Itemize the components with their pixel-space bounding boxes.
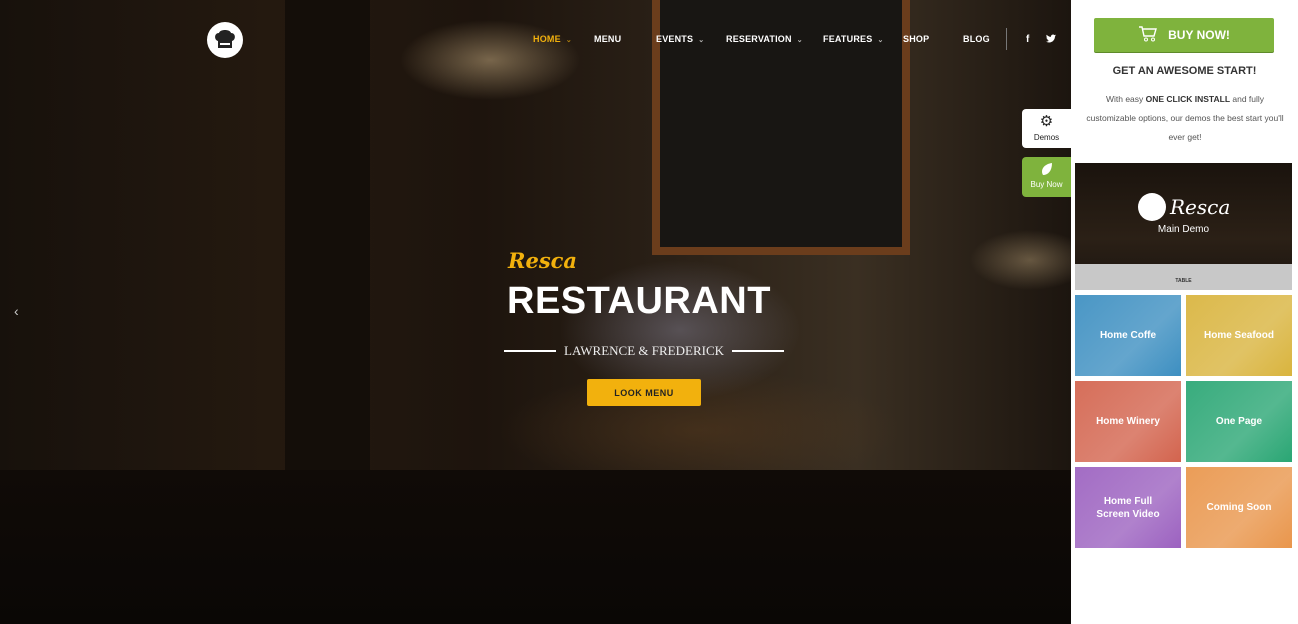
- hero-subtitle: LAWRENCE & FREDERICK: [504, 343, 785, 359]
- chevron-down-icon: ⌄: [796, 37, 803, 44]
- leaf-icon: [1022, 162, 1071, 178]
- nav-blog[interactable]: BLOG: [963, 34, 990, 44]
- gear-icon: ⚙: [1039, 113, 1054, 130]
- nav-features[interactable]: FEATURES ⌄: [823, 34, 884, 44]
- demo-full-screen-video[interactable]: Home Full Screen Video: [1075, 467, 1181, 548]
- demo-home-winery[interactable]: Home Winery: [1075, 381, 1181, 462]
- nav-home[interactable]: HOME ⌄: [533, 34, 572, 44]
- hero-section: HOME ⌄ MENU EVENTS ⌄ RESERVATION ⌄ FEATURES…: [0, 0, 1071, 624]
- brand-text: Resca: [1170, 195, 1231, 219]
- chevron-down-icon: ⌄: [565, 37, 572, 44]
- demo-panel: BUY NOW! GET AN AWESOME START! With easy…: [1071, 0, 1298, 624]
- nav-menu[interactable]: MENU: [594, 34, 621, 44]
- demos-tab-label: Demos: [1033, 133, 1060, 142]
- divider-line: [504, 350, 556, 352]
- nav-label: FEATURES: [823, 34, 873, 44]
- demo-strip: TABLE: [1075, 264, 1292, 290]
- look-menu-button[interactable]: LOOK MENU: [587, 379, 701, 406]
- desc-text: With easy: [1105, 94, 1146, 104]
- nav-label: HOME: [533, 34, 561, 44]
- facebook-icon[interactable]: f: [1026, 34, 1029, 45]
- demo-home-seafood[interactable]: Home Seafood: [1186, 295, 1292, 376]
- demo-label: Main Demo: [1157, 224, 1210, 235]
- buy-now-label: BUY NOW!: [1168, 28, 1230, 42]
- main-nav: HOME ⌄ MENU EVENTS ⌄ RESERVATION ⌄ FEATURES…: [0, 34, 1071, 48]
- nav-events[interactable]: EVENTS ⌄: [656, 34, 704, 44]
- slider-prev-arrow[interactable]: ‹: [14, 303, 19, 319]
- twitter-icon[interactable]: [1046, 34, 1056, 46]
- hero-title: RESTAURANT: [507, 280, 771, 322]
- chef-hat-icon: [1138, 193, 1166, 221]
- buy-tab-label: Buy Now: [1030, 180, 1063, 189]
- demo-main[interactable]: Resca Main Demo TABLE: [1075, 163, 1292, 290]
- demo-coming-soon[interactable]: Coming Soon: [1186, 467, 1292, 548]
- demo-home-coffe[interactable]: Home Coffe: [1075, 295, 1181, 376]
- nav-label: EVENTS: [656, 34, 694, 44]
- buy-now-button[interactable]: BUY NOW!: [1094, 18, 1274, 52]
- divider-line: [732, 350, 785, 352]
- background-tables: [0, 470, 1071, 624]
- nav-divider: [1006, 28, 1007, 50]
- buy-now-tab[interactable]: Buy Now: [1022, 157, 1071, 197]
- nav-reservation[interactable]: RESERVATION ⌄: [726, 34, 803, 44]
- panel-heading: GET AN AWESOME START!: [1112, 65, 1257, 77]
- chevron-down-icon: ⌄: [698, 37, 705, 44]
- demos-tab[interactable]: ⚙ Demos: [1022, 109, 1071, 148]
- nav-label: RESERVATION: [726, 34, 792, 44]
- cart-icon: [1138, 25, 1158, 45]
- demo-one-page[interactable]: One Page: [1186, 381, 1292, 462]
- hero-script-title: Resca: [508, 248, 578, 273]
- resca-logo: Resca: [1138, 193, 1230, 221]
- panel-description: With easy ONE CLICK INSTALL and fully cu…: [1085, 90, 1285, 147]
- subtitle-text: LAWRENCE & FREDERICK: [564, 343, 725, 358]
- nav-shop[interactable]: SHOP: [903, 34, 929, 44]
- chevron-down-icon: ⌄: [877, 37, 884, 44]
- desc-bold: ONE CLICK INSTALL: [1145, 94, 1231, 104]
